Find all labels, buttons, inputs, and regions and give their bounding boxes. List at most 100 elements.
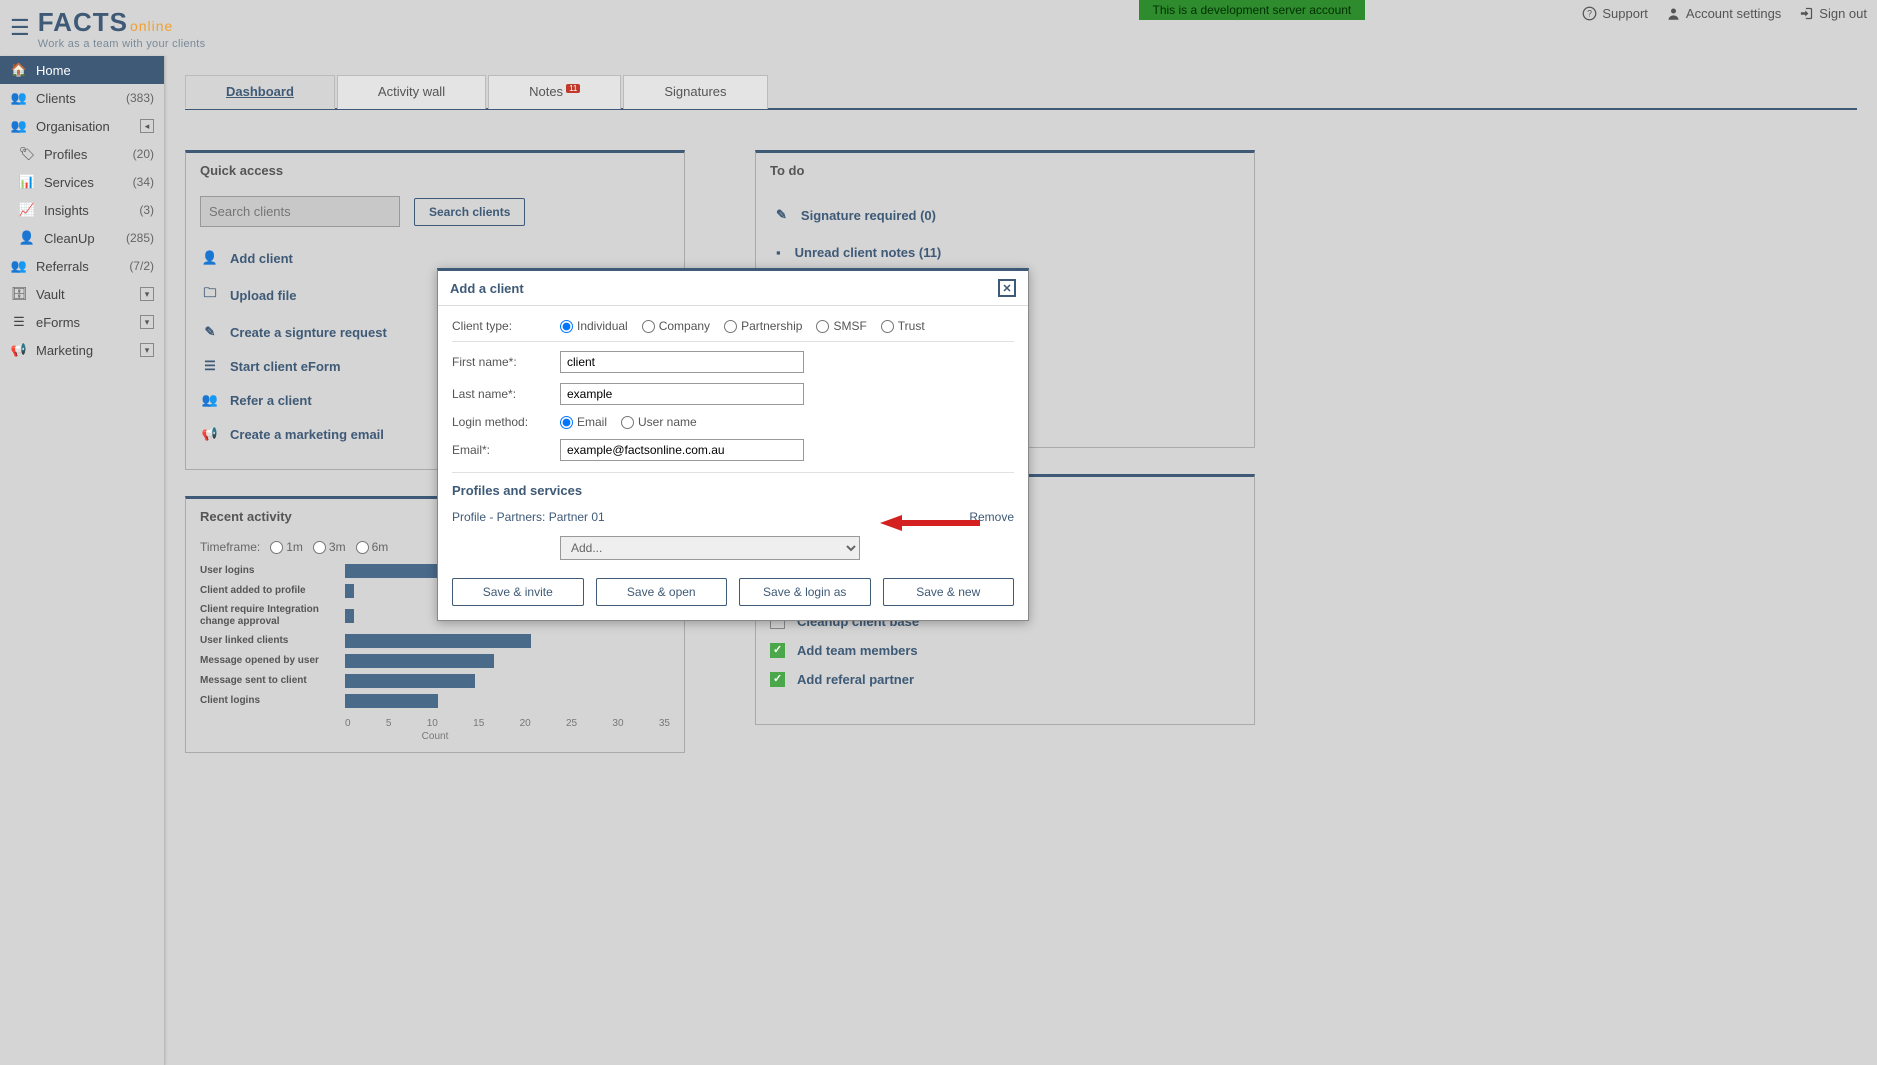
client-type-trust[interactable]: Trust (881, 319, 925, 333)
profiles-section-title: Profiles and services (452, 472, 1014, 504)
chart-label: Client added to profile (200, 585, 345, 597)
signature-icon: ✎ (202, 324, 218, 340)
nav-services[interactable]: 📊 Services (34) (0, 168, 164, 196)
chart-row: Message sent to client (200, 674, 670, 688)
gs-add-team[interactable]: Add team members (756, 636, 1254, 665)
menu-toggle-icon[interactable]: ☰ (10, 15, 30, 41)
dev-banner: This is a development server account (1139, 0, 1366, 20)
people-icon: 👥 (202, 392, 218, 408)
user-icon (1666, 6, 1681, 21)
marketing-icon: 📢 (10, 342, 28, 358)
modal-close-button[interactable]: ✕ (998, 279, 1016, 297)
note-icon: ▪ (776, 245, 781, 260)
add-profile-select[interactable]: Add... (560, 536, 860, 560)
sign-out-icon (1799, 6, 1814, 21)
app-logo: FACTSonline Work as a team with your cli… (38, 7, 206, 50)
sidebar: 🏠 Home 👥 Clients (383) 👥 Organisation ◂ … (0, 56, 165, 1065)
tab-activity[interactable]: Activity wall (337, 75, 486, 109)
timeframe-3m[interactable]: 3m (313, 540, 346, 554)
save-open-button[interactable]: Save & open (596, 578, 728, 606)
checkbox-checked-icon (770, 643, 785, 658)
expand-icon[interactable]: ▾ (140, 287, 154, 301)
chart-label: User logins (200, 565, 345, 577)
chart-label: Message sent to client (200, 675, 345, 687)
notes-badge: 11 (566, 84, 580, 93)
chart-label: Client logins (200, 695, 345, 707)
nav-profiles[interactable]: 🏷 Profiles (20) (0, 140, 164, 168)
app-header: ☰ FACTSonline Work as a team with your c… (0, 0, 1877, 56)
list-icon: ☰ (202, 358, 218, 374)
add-client-modal: Add a client ✕ Client type: Individual C… (437, 268, 1029, 621)
save-login-button[interactable]: Save & login as (739, 578, 871, 606)
client-type-smsf[interactable]: SMSF (816, 319, 866, 333)
logo-subtitle: Work as a team with your clients (38, 38, 206, 50)
login-method-email[interactable]: Email (560, 415, 607, 429)
chart-bar (345, 694, 438, 708)
client-type-partnership[interactable]: Partnership (724, 319, 802, 333)
save-new-button[interactable]: Save & new (883, 578, 1015, 606)
client-type-label: Client type: (452, 319, 560, 333)
nav-vault[interactable]: 🗄 Vault ▾ (0, 280, 164, 308)
logo-online: online (130, 18, 173, 34)
cleanup-icon: 👤 (18, 230, 36, 246)
expand-icon[interactable]: ▾ (140, 315, 154, 329)
tab-notes[interactable]: Notes11 (488, 75, 621, 109)
gs-add-referral[interactable]: Add referal partner (756, 665, 1254, 694)
tag-icon: 🏷 (18, 146, 36, 162)
insights-icon: 📈 (18, 202, 36, 218)
expand-icon[interactable]: ▾ (140, 343, 154, 357)
chart-row: User linked clients (200, 634, 670, 648)
search-clients-input[interactable] (200, 196, 400, 227)
login-method-username[interactable]: User name (621, 415, 697, 429)
support-link[interactable]: ? Support (1582, 6, 1648, 21)
upload-icon: 🗀 (202, 284, 218, 306)
referrals-icon: 👥 (10, 258, 28, 274)
nav-clients[interactable]: 👥 Clients (383) (0, 84, 164, 112)
nav-organisation[interactable]: 👥 Organisation ◂ (0, 112, 164, 140)
sign-out-link[interactable]: Sign out (1799, 6, 1867, 21)
nav-home[interactable]: 🏠 Home (0, 56, 164, 84)
chart-bar (345, 609, 354, 623)
chart-icon: 📊 (18, 174, 36, 190)
tab-signatures[interactable]: Signatures (623, 75, 767, 109)
nav-eforms[interactable]: ☰ eForms ▾ (0, 308, 164, 336)
nav-cleanup[interactable]: 👤 CleanUp (285) (0, 224, 164, 252)
chart-label: Client require Integration change approv… (200, 604, 345, 628)
chart-axis: 05101520253035 (345, 714, 670, 729)
megaphone-icon: 📢 (202, 426, 218, 442)
tab-dashboard[interactable]: Dashboard (185, 75, 335, 109)
nav-insights[interactable]: 📈 Insights (3) (0, 196, 164, 224)
collapse-icon[interactable]: ◂ (140, 119, 154, 133)
clients-icon: 👥 (10, 90, 28, 106)
account-settings-link[interactable]: Account settings (1666, 6, 1781, 21)
email-label: Email*: (452, 443, 560, 457)
chart-bar (345, 584, 354, 598)
email-input[interactable] (560, 439, 804, 461)
edit-icon: ✎ (776, 207, 787, 223)
first-name-input[interactable] (560, 351, 804, 373)
profile-name: Profile - Partners: Partner 01 (452, 510, 605, 524)
chart-row: Client logins (200, 694, 670, 708)
last-name-input[interactable] (560, 383, 804, 405)
last-name-label: Last name*: (452, 387, 560, 401)
search-clients-button[interactable]: Search clients (414, 198, 525, 226)
chart-bar (345, 674, 475, 688)
eforms-icon: ☰ (10, 314, 28, 330)
nav-marketing[interactable]: 📢 Marketing ▾ (0, 336, 164, 364)
save-invite-button[interactable]: Save & invite (452, 578, 584, 606)
chart-label: User linked clients (200, 635, 345, 647)
logo-text: FACTS (38, 7, 128, 37)
chart-axis-label: Count (200, 731, 670, 742)
modal-title: Add a client (450, 281, 524, 296)
timeframe-6m[interactable]: 6m (356, 540, 389, 554)
svg-text:?: ? (1587, 9, 1592, 19)
first-name-label: First name*: (452, 355, 560, 369)
nav-referrals[interactable]: 👥 Referrals (7/2) (0, 252, 164, 280)
quick-access-title: Quick access (186, 153, 684, 188)
todo-unread-notes[interactable]: ▪Unread client notes (11) (770, 234, 1240, 271)
timeframe-1m[interactable]: 1m (270, 540, 303, 554)
client-type-individual[interactable]: Individual (560, 319, 628, 333)
client-type-company[interactable]: Company (642, 319, 710, 333)
chart-bar (345, 654, 494, 668)
todo-signature-required[interactable]: ✎Signature required (0) (770, 196, 1240, 234)
